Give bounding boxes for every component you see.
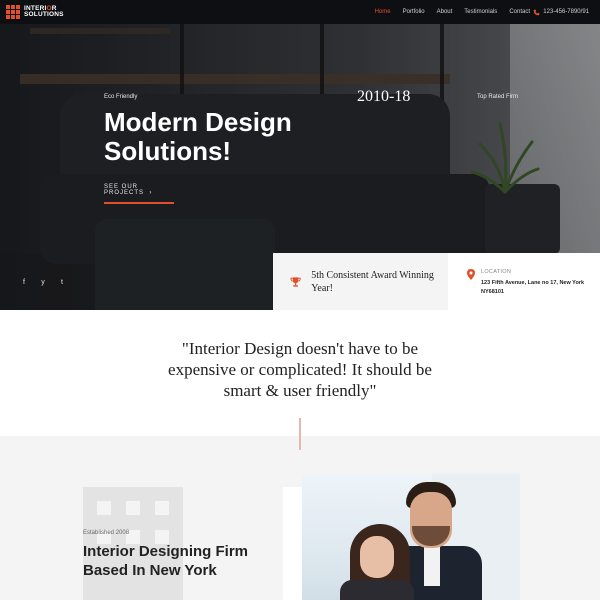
- hero-top-rated: Top Rated Firm: [477, 94, 519, 100]
- site-logo[interactable]: INTERIOR SOLUTIONS: [6, 4, 64, 20]
- top-navbar: INTERIOR SOLUTIONS Home Portfolio About …: [0, 0, 600, 24]
- location-label: LOCATION: [481, 269, 512, 275]
- photo-frame: [283, 487, 303, 600]
- about-section: Established 2008 Interior Designing Firm…: [0, 436, 600, 600]
- hero-eyebrow: Eco Friendly: [104, 94, 138, 100]
- yelp-icon[interactable]: y: [39, 279, 47, 286]
- award-text: 5th Consistent Award Winning Year!: [311, 269, 434, 294]
- social-links: f y t: [20, 279, 66, 286]
- logo-text: INTERIOR SOLUTIONS: [24, 4, 64, 18]
- nav-link-testimonials[interactable]: Testimonials: [464, 9, 497, 15]
- location-address: 123 Fifth Avenue, Lane no 17, New York N…: [481, 280, 585, 295]
- see-projects-button[interactable]: SEE OUR PROJECTS ›: [104, 184, 174, 204]
- quote-text: "Interior Design doesn't have to be expe…: [168, 339, 432, 400]
- nav-link-contact[interactable]: Contact: [509, 9, 530, 15]
- hero-years: 2010-18: [357, 88, 411, 105]
- location-card: LOCATION 123 Fifth Avenue, Lane no 17, N…: [448, 253, 600, 310]
- main-menu: Home Portfolio About Testimonials Contac…: [375, 0, 530, 24]
- tripadvisor-icon[interactable]: t: [58, 279, 66, 286]
- established-label: Established 2008: [83, 530, 130, 536]
- nav-link-about[interactable]: About: [437, 9, 453, 15]
- chevron-right-icon: ›: [149, 190, 153, 196]
- phone-icon: [533, 9, 540, 15]
- map-pin-icon: [467, 269, 475, 280]
- phone-number[interactable]: 123-456-7890/91: [533, 0, 589, 24]
- about-title: Interior Designing Firm Based In New Yor…: [83, 543, 249, 579]
- logo-grid-icon: [6, 5, 20, 19]
- trophy-icon: [290, 276, 301, 287]
- quote-divider: [299, 418, 301, 450]
- nav-link-home[interactable]: Home: [375, 9, 391, 15]
- team-photo: [302, 474, 520, 600]
- hero-title: Modern Design Solutions!: [104, 107, 292, 166]
- award-card: 5th Consistent Award Winning Year!: [273, 253, 448, 310]
- nav-link-portfolio[interactable]: Portfolio: [403, 9, 425, 15]
- facebook-icon[interactable]: f: [20, 279, 28, 286]
